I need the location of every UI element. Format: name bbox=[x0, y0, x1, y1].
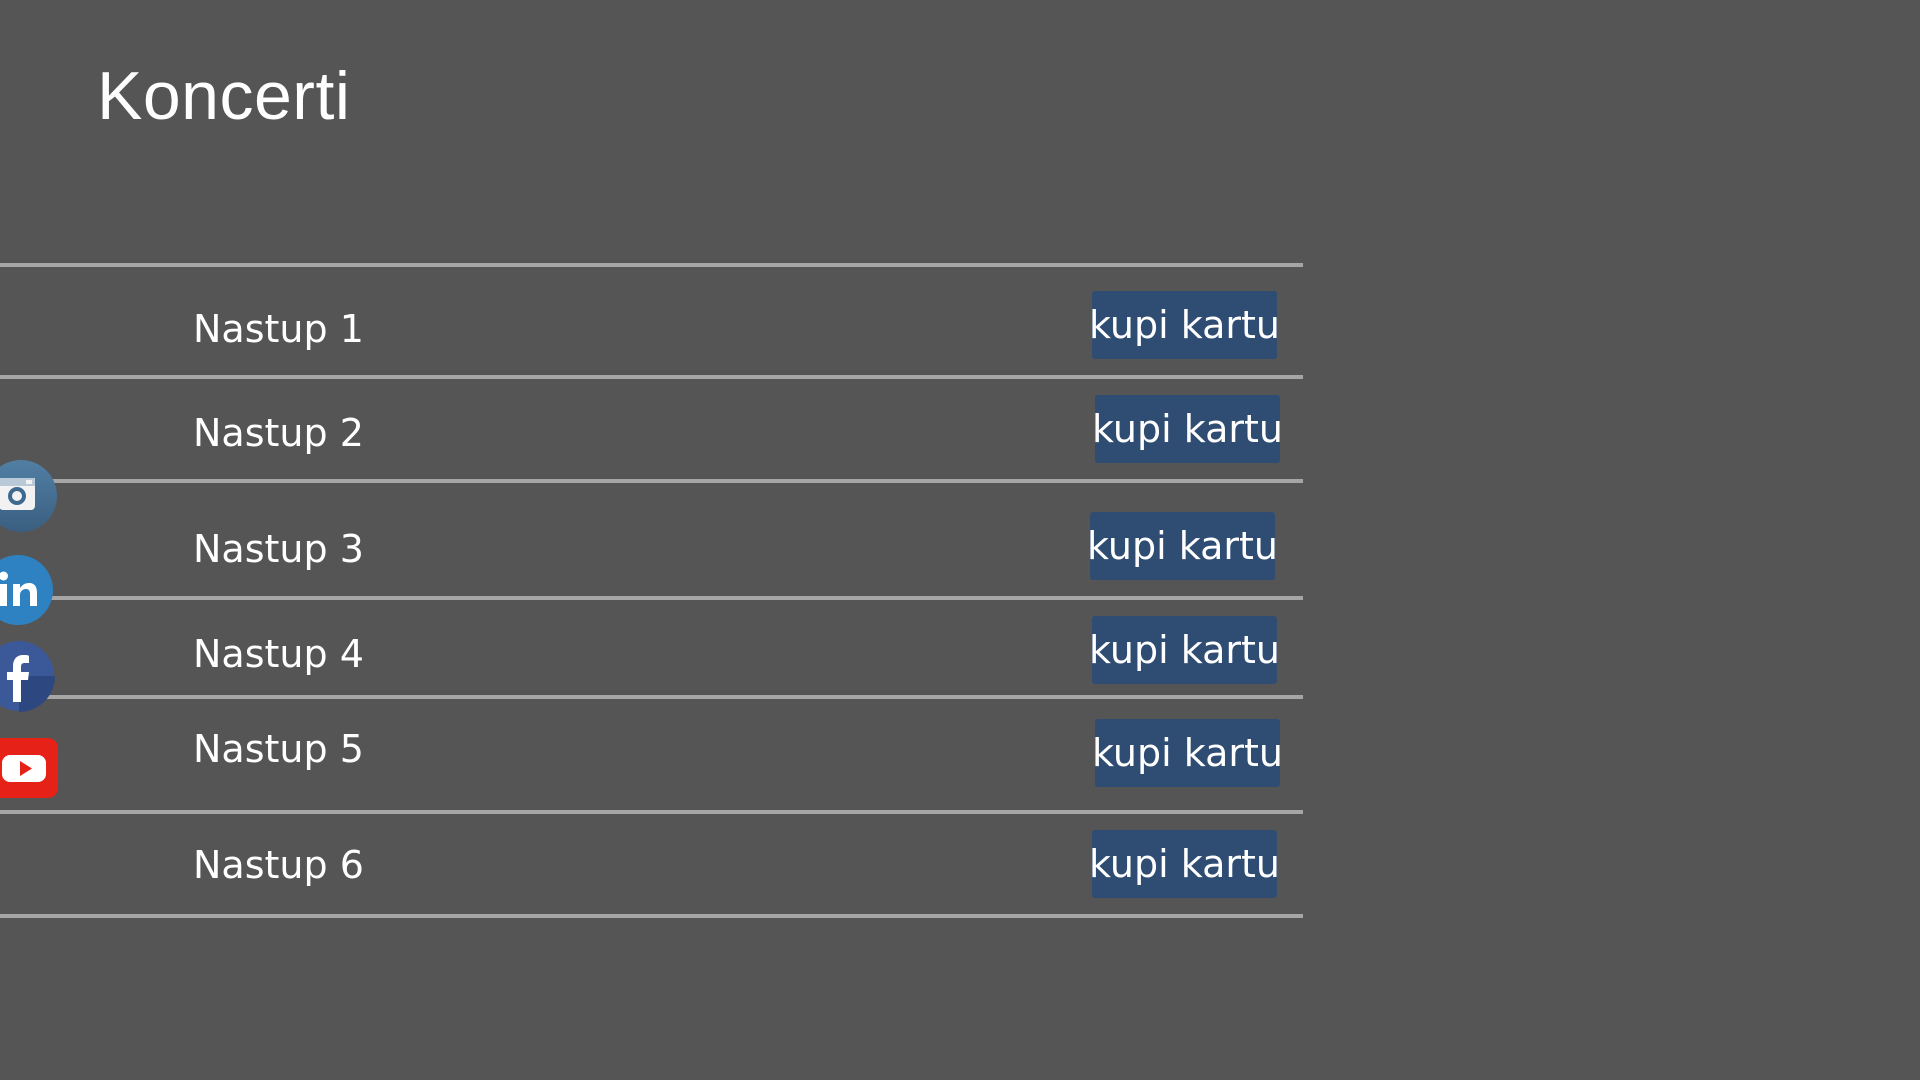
divider bbox=[0, 375, 1303, 379]
buy-ticket-button[interactable]: kupi kartu bbox=[1092, 719, 1283, 787]
concert-name: Nastup 2 bbox=[193, 411, 364, 455]
page-title: Koncerti bbox=[97, 58, 351, 134]
concert-name: Nastup 1 bbox=[193, 307, 364, 351]
divider bbox=[0, 479, 1303, 483]
facebook-icon[interactable] bbox=[0, 640, 55, 712]
divider bbox=[0, 810, 1303, 814]
divider bbox=[0, 914, 1303, 918]
divider bbox=[0, 596, 1303, 600]
divider bbox=[0, 263, 1303, 267]
buy-ticket-button[interactable]: kupi kartu bbox=[1092, 395, 1283, 463]
buy-ticket-button[interactable]: kupi kartu bbox=[1087, 512, 1278, 580]
instagram-icon[interactable] bbox=[0, 460, 57, 532]
buy-ticket-button[interactable]: kupi kartu bbox=[1089, 291, 1280, 359]
concert-name: Nastup 6 bbox=[193, 843, 364, 887]
linkedin-icon[interactable] bbox=[0, 554, 54, 626]
concert-name: Nastup 5 bbox=[193, 727, 364, 771]
buy-ticket-button[interactable]: kupi kartu bbox=[1089, 616, 1280, 684]
buy-ticket-button[interactable]: kupi kartu bbox=[1089, 830, 1280, 898]
youtube-icon[interactable] bbox=[0, 738, 58, 798]
divider bbox=[0, 695, 1303, 699]
concert-name: Nastup 4 bbox=[193, 632, 364, 676]
concert-name: Nastup 3 bbox=[193, 527, 364, 571]
